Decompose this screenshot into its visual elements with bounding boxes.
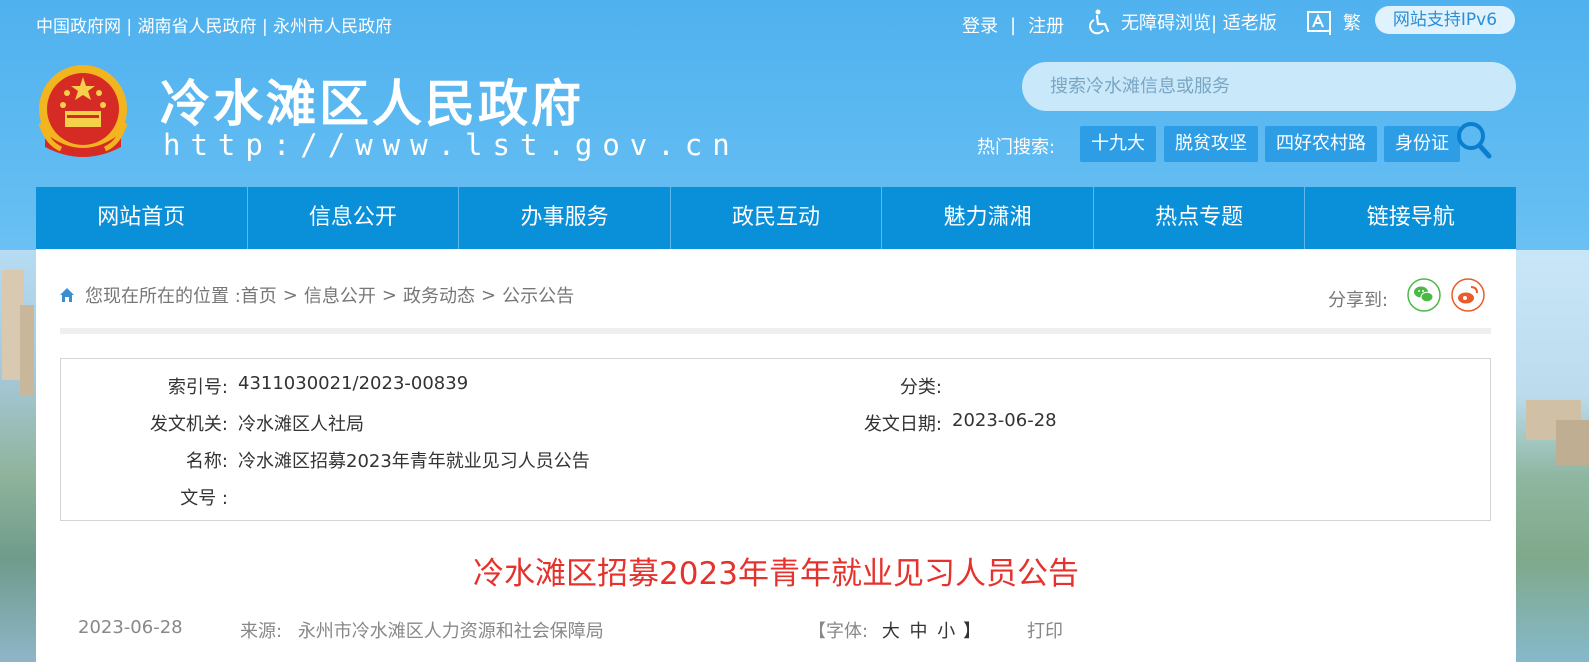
meta-row-name: 名称: 冷水滩区招募2023年青年就业见习人员公告 xyxy=(60,447,590,473)
print-button[interactable]: 打印 xyxy=(1027,617,1063,643)
site-url: http://www.lst.gov.cn xyxy=(163,128,740,162)
meta-label: 文号 : xyxy=(180,488,228,509)
hot-search-item[interactable]: 身份证 xyxy=(1384,126,1460,162)
search-icon[interactable] xyxy=(1455,120,1493,160)
meta-value: 4311030021/2023-00839 xyxy=(238,373,469,394)
font-size-close: 】 xyxy=(963,621,981,642)
accessibility-links: 无障碍浏览 | 适老版 xyxy=(1085,8,1277,36)
breadcrumb-prefix: 您现在所在的位置 : xyxy=(85,286,241,307)
login-link[interactable]: 登录 xyxy=(962,12,998,38)
nav-item-interaction[interactable]: 政民互动 xyxy=(671,187,883,249)
meta-value: 冷水滩区人社局 xyxy=(238,414,364,435)
hot-search-item[interactable]: 脱贫攻坚 xyxy=(1164,126,1258,162)
meta-row-docno: 文号 : xyxy=(60,484,238,510)
nav-item-topics[interactable]: 热点专题 xyxy=(1094,187,1306,249)
link-hunan-gov[interactable]: 湖南省人民政府 xyxy=(138,17,257,37)
meta-label: 索引号: xyxy=(167,377,228,398)
gov-links: 中国政府网 | 湖南省人民政府 | 永州市人民政府 xyxy=(36,12,392,37)
meta-value: 2023-06-28 xyxy=(952,410,1057,431)
main-nav: 网站首页 信息公开 办事服务 政民互动 魅力潇湘 热点专题 链接导航 xyxy=(36,187,1516,249)
source-label: 来源: xyxy=(240,621,283,642)
background-scenery-right xyxy=(1516,250,1589,662)
article-source: 来源: 永州市冷水滩区人力资源和社会保障局 xyxy=(240,617,604,643)
breadcrumb-home[interactable]: 首页 xyxy=(241,282,277,308)
traditional-label[interactable]: 繁 xyxy=(1343,9,1361,35)
font-size-controls: 【字体: 大 中 小 】 xyxy=(808,617,981,643)
nav-item-home[interactable]: 网站首页 xyxy=(36,187,248,249)
article-title: 冷水滩区招募2023年青年就业见习人员公告 xyxy=(473,556,1079,592)
accessible-browse-link[interactable]: 无障碍浏览 xyxy=(1121,9,1211,35)
divider xyxy=(60,328,1491,334)
separator: | xyxy=(121,17,138,37)
breadcrumb-separator: > xyxy=(480,284,497,306)
breadcrumb-separator: > xyxy=(381,284,397,306)
search-input[interactable] xyxy=(1022,62,1516,111)
meta-label: 分类: xyxy=(899,377,942,398)
home-icon xyxy=(60,288,74,302)
font-size-options[interactable]: 大 中 小 xyxy=(882,621,957,642)
font-size-label: 【字体: xyxy=(808,621,869,642)
weibo-share-icon[interactable] xyxy=(1451,278,1485,312)
hot-search-item[interactable]: 四好农村路 xyxy=(1265,126,1377,162)
share-label: 分享到: xyxy=(1328,290,1389,311)
breadcrumb-info[interactable]: 信息公开 xyxy=(304,282,376,308)
national-emblem-logo xyxy=(38,65,128,157)
font-size-icon xyxy=(1307,11,1331,35)
source-value: 永州市冷水滩区人力资源和社会保障局 xyxy=(297,621,604,642)
nav-item-info-disclosure[interactable]: 信息公开 xyxy=(248,187,460,249)
meta-value: 冷水滩区招募2023年青年就业见习人员公告 xyxy=(238,451,590,472)
site-name: 冷水滩区人民政府 xyxy=(160,75,584,133)
user-links: 登录 | 注册 xyxy=(962,12,1064,38)
traditional-chinese-toggle[interactable]: 繁 xyxy=(1305,8,1361,36)
nav-item-services[interactable]: 办事服务 xyxy=(459,187,671,249)
breadcrumb-news[interactable]: 政务动态 xyxy=(403,282,475,308)
meta-label: 名称: xyxy=(185,451,228,472)
breadcrumb-notice[interactable]: 公示公告 xyxy=(502,282,574,308)
nav-item-charm[interactable]: 魅力潇湘 xyxy=(882,187,1094,249)
hot-search-label: 热门搜索: xyxy=(977,137,1056,158)
breadcrumb: 您现在所在的位置 : 首页 > 信息公开 > 政务动态 > 公示公告 xyxy=(59,282,574,308)
wechat-share-icon[interactable] xyxy=(1407,278,1441,312)
meta-label: 发文日期: xyxy=(863,414,942,435)
meta-row-date: 发文日期: 2023-06-28 xyxy=(760,410,1057,436)
link-yongzhou-gov[interactable]: 永州市人民政府 xyxy=(273,17,392,37)
nav-item-links[interactable]: 链接导航 xyxy=(1305,187,1516,249)
background-scenery-left xyxy=(0,250,36,662)
register-link[interactable]: 注册 xyxy=(1028,12,1064,38)
ipv6-badge: 网站支持IPv6 xyxy=(1375,6,1515,34)
wheelchair-icon[interactable] xyxy=(1085,8,1113,36)
elderly-mode-link[interactable]: | 适老版 xyxy=(1211,9,1277,35)
separator: | xyxy=(256,17,274,37)
hot-search-item[interactable]: 十九大 xyxy=(1080,126,1156,162)
separator: | xyxy=(1010,14,1017,36)
meta-row-index: 索引号: 4311030021/2023-00839 xyxy=(60,373,468,399)
breadcrumb-separator: > xyxy=(282,284,298,306)
link-china-gov[interactable]: 中国政府网 xyxy=(36,17,121,37)
article-date: 2023-06-28 xyxy=(78,617,183,638)
meta-row-category: 分类: xyxy=(760,373,952,399)
meta-label: 发文机关: xyxy=(149,414,228,435)
meta-row-issuer: 发文机关: 冷水滩区人社局 xyxy=(60,410,364,436)
